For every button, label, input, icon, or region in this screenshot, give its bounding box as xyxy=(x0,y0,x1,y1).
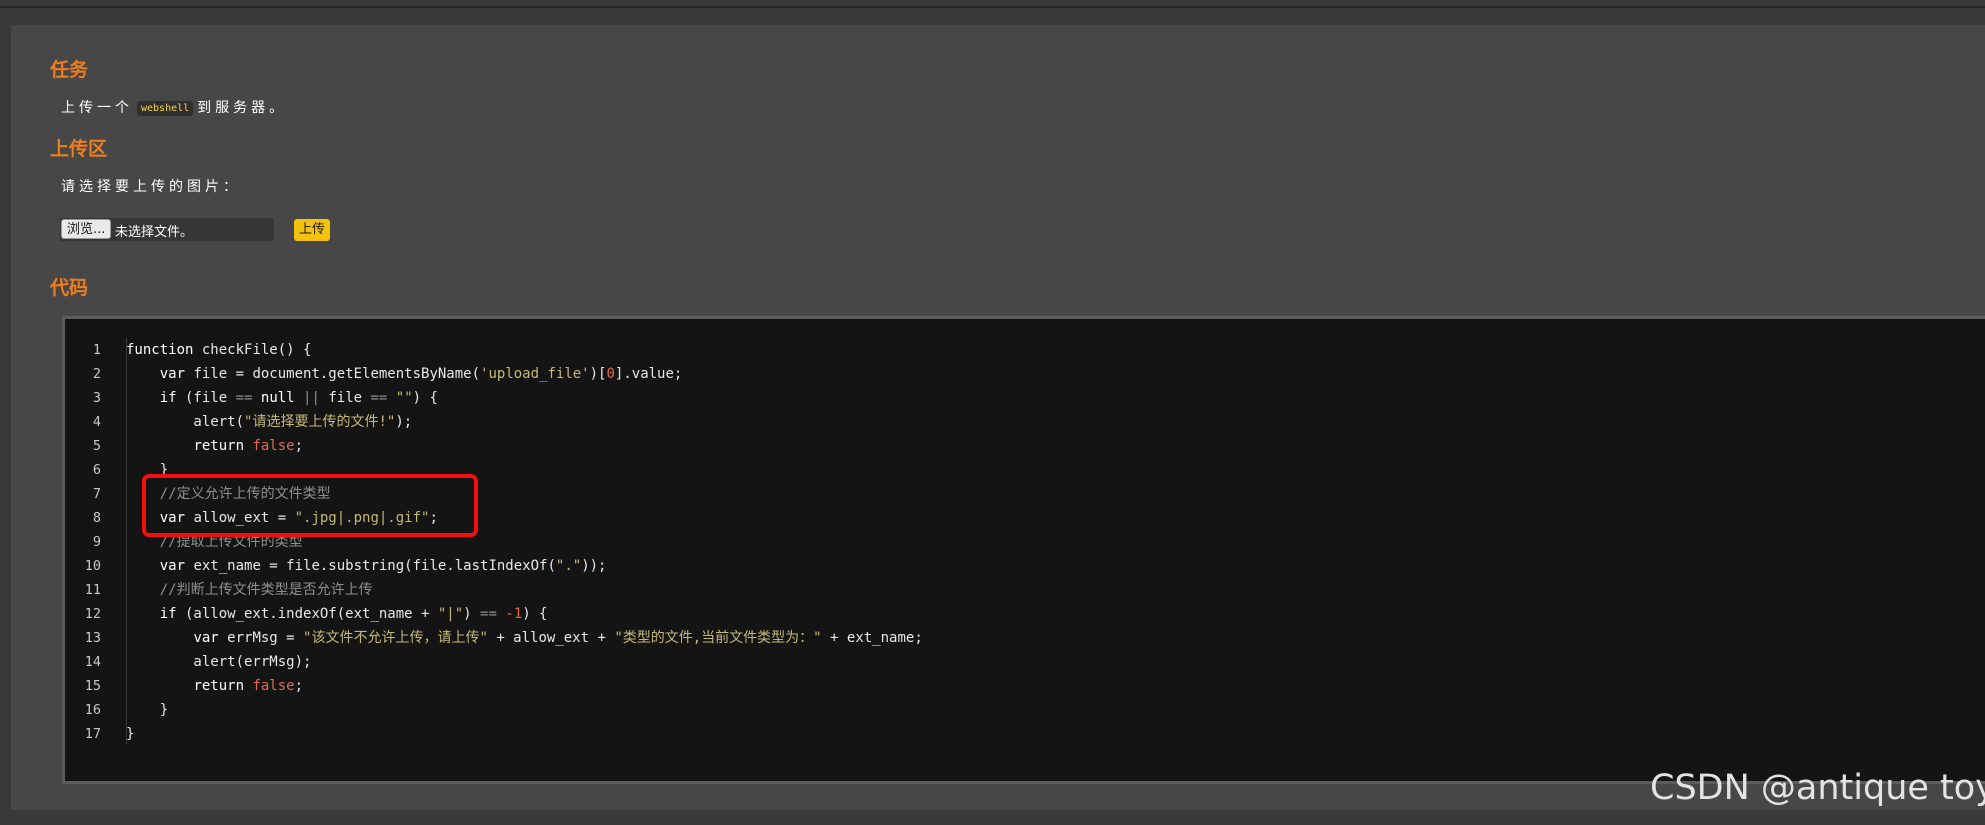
line-number: 9 xyxy=(92,534,101,550)
task-text-before: 上传一个 xyxy=(61,100,133,116)
code-text: alert(errMsg); xyxy=(126,654,312,670)
task-heading: 任务 xyxy=(50,59,89,81)
code-text: return false; xyxy=(193,438,304,454)
line-number: 2 xyxy=(92,366,101,382)
code-text: } xyxy=(126,726,135,742)
code-text: //判断上传文件类型是否允许上传 xyxy=(159,582,373,598)
line-number: 11 xyxy=(84,582,101,598)
line-number: 1 xyxy=(92,342,101,358)
line-number: 10 xyxy=(84,558,101,574)
task-description: 上传一个 webshell 到服务器。 xyxy=(61,97,287,117)
line-number: 12 xyxy=(84,606,101,622)
line-number: 3 xyxy=(92,390,101,406)
code-text: if (allow_ext.indexOf(ext_name + "|") ==… xyxy=(159,606,548,622)
code-text: } xyxy=(126,702,169,718)
code-heading: 代码 xyxy=(50,277,89,299)
line-number: 13 xyxy=(84,630,101,646)
code-text: var ext_name = file.substring(file.lastI… xyxy=(159,558,607,574)
code-text: if (file == null || file == "") { xyxy=(159,390,438,406)
browse-button[interactable]: 浏览... xyxy=(61,219,112,239)
code-text: var file = document.getElementsByName('u… xyxy=(159,366,683,382)
line-number: 16 xyxy=(84,702,101,718)
line-number: 5 xyxy=(92,438,101,454)
line-number: 7 xyxy=(92,486,101,502)
watermark: CSDN @antique toy xyxy=(1650,768,1985,808)
line-number: 17 xyxy=(84,726,101,742)
code-text: return false; xyxy=(193,678,304,694)
line-number: 4 xyxy=(92,414,101,430)
code-text: alert("请选择要上传的文件!"); xyxy=(126,414,413,430)
file-input[interactable]: 浏览... 未选择文件。 xyxy=(60,218,274,241)
webshell-tag: webshell xyxy=(137,101,194,116)
line-number: 6 xyxy=(92,462,101,478)
task-text-after: 到服务器。 xyxy=(197,100,288,116)
highlight-annotation-box xyxy=(142,474,478,537)
upload-heading: 上传区 xyxy=(50,138,108,160)
upload-prompt: 请选择要上传的图片： xyxy=(61,179,241,195)
line-number: 14 xyxy=(84,654,101,670)
line-number: 8 xyxy=(92,510,101,526)
upload-submit-button[interactable]: 上传 xyxy=(294,219,331,241)
window-top-divider xyxy=(0,6,1985,8)
line-number: 15 xyxy=(84,678,101,694)
code-text: function checkFile() { xyxy=(126,342,312,358)
file-status-text: 未选择文件。 xyxy=(115,225,194,240)
code-text: var errMsg = "该文件不允许上传，请上传" + allow_ext … xyxy=(193,630,923,646)
